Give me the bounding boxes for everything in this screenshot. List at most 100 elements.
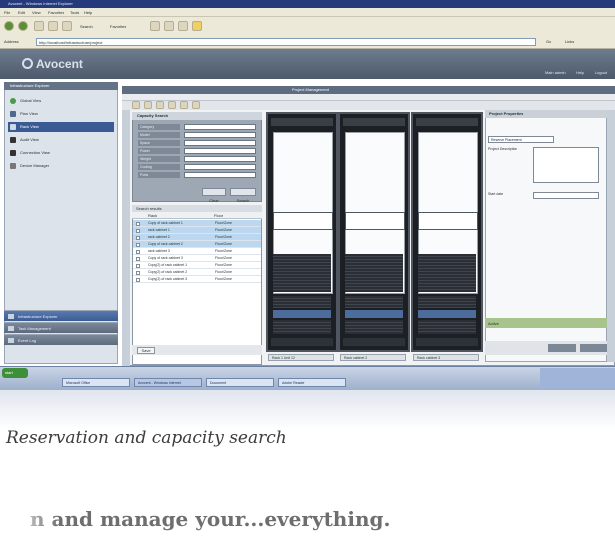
table-row[interactable]: Copy(2) of rack cabinet 1 Floor/Zone <box>133 262 261 269</box>
menu-edit[interactable]: Edit <box>18 10 25 15</box>
menu-tools[interactable]: Tools <box>70 10 79 15</box>
row-checkbox[interactable] <box>136 235 140 240</box>
left-dock-strip[interactable] <box>122 110 130 366</box>
table-row[interactable]: rack cabinet 3 Floor/Zone <box>133 248 261 255</box>
rack-elevation-3[interactable] <box>411 112 483 352</box>
ok-button[interactable] <box>548 344 576 352</box>
search-field-category[interactable]: Category <box>138 124 256 130</box>
menu-favorites[interactable]: Favorites <box>48 10 64 15</box>
row-checkbox[interactable] <box>136 249 140 254</box>
search-field-space[interactable]: Space <box>138 140 256 146</box>
search-button-capacity[interactable]: Search <box>230 188 256 203</box>
device-icon <box>10 163 16 169</box>
mail-icon[interactable] <box>164 21 174 31</box>
open-icon[interactable] <box>144 101 152 109</box>
ports-input[interactable] <box>184 172 256 178</box>
url-input[interactable]: http://localhost/infrastructure/project <box>36 38 536 46</box>
search-field-power[interactable]: Power <box>138 148 256 154</box>
print-icon[interactable] <box>178 21 188 31</box>
row-checkbox[interactable] <box>136 270 140 275</box>
table-row[interactable]: rack cabinet 2 Floor/Zone <box>133 234 261 241</box>
row-checkbox[interactable] <box>136 256 140 261</box>
save-button[interactable]: Save <box>137 347 155 354</box>
search-field-cooling[interactable]: Cooling <box>138 164 256 170</box>
model-input[interactable] <box>184 132 256 138</box>
fit-icon[interactable] <box>192 101 200 109</box>
search-button[interactable]: Search <box>80 24 93 29</box>
table-row[interactable]: Copy of rack cabinet 3 Floor/Zone <box>133 255 261 262</box>
cooling-input[interactable] <box>184 164 256 170</box>
start-button[interactable]: start <box>2 368 28 378</box>
tab-task-management[interactable]: Task Management <box>4 322 118 333</box>
menu-file[interactable]: File <box>4 10 10 15</box>
header-link-admin[interactable]: Main admin <box>545 70 566 75</box>
search-field-weight[interactable]: Weight <box>138 156 256 162</box>
weight-input[interactable] <box>184 156 256 162</box>
folder-icon[interactable] <box>192 21 202 31</box>
rack-label-3: Rack cabinet 3 <box>413 354 479 361</box>
table-row[interactable]: Copy of rack cabinet 1 Floor/Zone <box>133 220 261 227</box>
column-floor[interactable]: Floor <box>214 213 223 218</box>
row-checkbox[interactable] <box>136 221 140 226</box>
search-field-model[interactable]: Model <box>138 132 256 138</box>
header-link-logout[interactable]: Logout <box>595 70 607 75</box>
links-label[interactable]: Links <box>565 39 574 44</box>
nav-item-rack-view[interactable]: Rack View <box>8 122 114 132</box>
taskbar-item-3[interactable]: Document <box>206 378 274 387</box>
tab-label: Event Log <box>18 338 37 343</box>
task-icon <box>8 326 14 331</box>
zoom-in-icon[interactable] <box>168 101 176 109</box>
new-icon[interactable] <box>132 101 140 109</box>
header-link-help[interactable]: Help <box>576 70 584 75</box>
row-floor: Floor/Zone <box>215 277 232 281</box>
row-checkbox[interactable] <box>136 277 140 282</box>
row-checkbox[interactable] <box>136 228 140 233</box>
category-input[interactable] <box>184 124 256 130</box>
cancel-button[interactable] <box>580 344 608 352</box>
row-checkbox[interactable] <box>136 242 140 247</box>
table-row[interactable]: Copy(2) of rack cabinet 3 Floor/Zone <box>133 276 261 283</box>
right-dock-strip[interactable] <box>607 110 615 362</box>
tab-infrastructure-explorer[interactable]: Infrastructure Explorer <box>4 310 118 321</box>
project-window-header: Project Management <box>122 86 615 94</box>
history-icon[interactable] <box>150 21 160 31</box>
space-input[interactable] <box>184 140 256 146</box>
project-description-input[interactable] <box>533 147 599 183</box>
menu-help[interactable]: Help <box>84 10 92 15</box>
rack-label-text: Rack cabinet 2 <box>344 356 368 360</box>
taskbar-item-4[interactable]: Adobe Reader <box>278 378 346 387</box>
table-row[interactable]: Copy(2) of rack cabinet 2 Floor/Zone <box>133 269 261 276</box>
tab-event-log[interactable]: Event Log <box>4 334 118 345</box>
search-field-ports[interactable]: Ports <box>138 172 256 178</box>
column-rack[interactable]: Rack <box>148 213 157 218</box>
refresh-icon[interactable] <box>48 21 58 31</box>
taskbar-item-1[interactable]: Microsoft Office <box>62 378 130 387</box>
nav-item-device-manager[interactable]: Device Manager <box>8 161 114 171</box>
stop-icon[interactable] <box>34 21 44 31</box>
screen-reflection <box>0 390 615 430</box>
nav-item-audit-view[interactable]: Audit View <box>8 135 114 145</box>
go-button[interactable]: Go <box>546 39 551 44</box>
rack-elevation-2[interactable] <box>338 112 410 352</box>
nav-item-global-view[interactable]: Global View <box>8 96 114 106</box>
field-label: Weight <box>140 157 151 161</box>
favorites-button[interactable]: Favorites <box>110 24 126 29</box>
menu-view[interactable]: View <box>32 10 41 15</box>
task-label: Microsoft Office <box>66 381 91 385</box>
back-icon[interactable] <box>4 21 14 31</box>
power-input[interactable] <box>184 148 256 154</box>
table-row[interactable]: rack cabinet 1 Floor/Zone <box>133 227 261 234</box>
zoom-out-icon[interactable] <box>180 101 188 109</box>
row-checkbox[interactable] <box>136 263 140 268</box>
forward-icon[interactable] <box>18 21 28 31</box>
home-icon[interactable] <box>62 21 72 31</box>
rack-elevation-1[interactable] <box>266 112 338 352</box>
clear-button[interactable]: Clear <box>202 188 226 203</box>
start-date-input[interactable] <box>533 192 599 199</box>
table-row[interactable]: Copy of rack cabinet 2 Floor/Zone <box>133 241 261 248</box>
nav-item-connection-view[interactable]: Connection View <box>8 148 114 158</box>
nav-item-plan-view[interactable]: Plan View <box>8 109 114 119</box>
taskbar-item-2[interactable]: Avocent - Windows Internet <box>134 378 202 387</box>
save-icon[interactable] <box>156 101 164 109</box>
project-name-input[interactable]: Reserve Placement <box>488 136 554 143</box>
